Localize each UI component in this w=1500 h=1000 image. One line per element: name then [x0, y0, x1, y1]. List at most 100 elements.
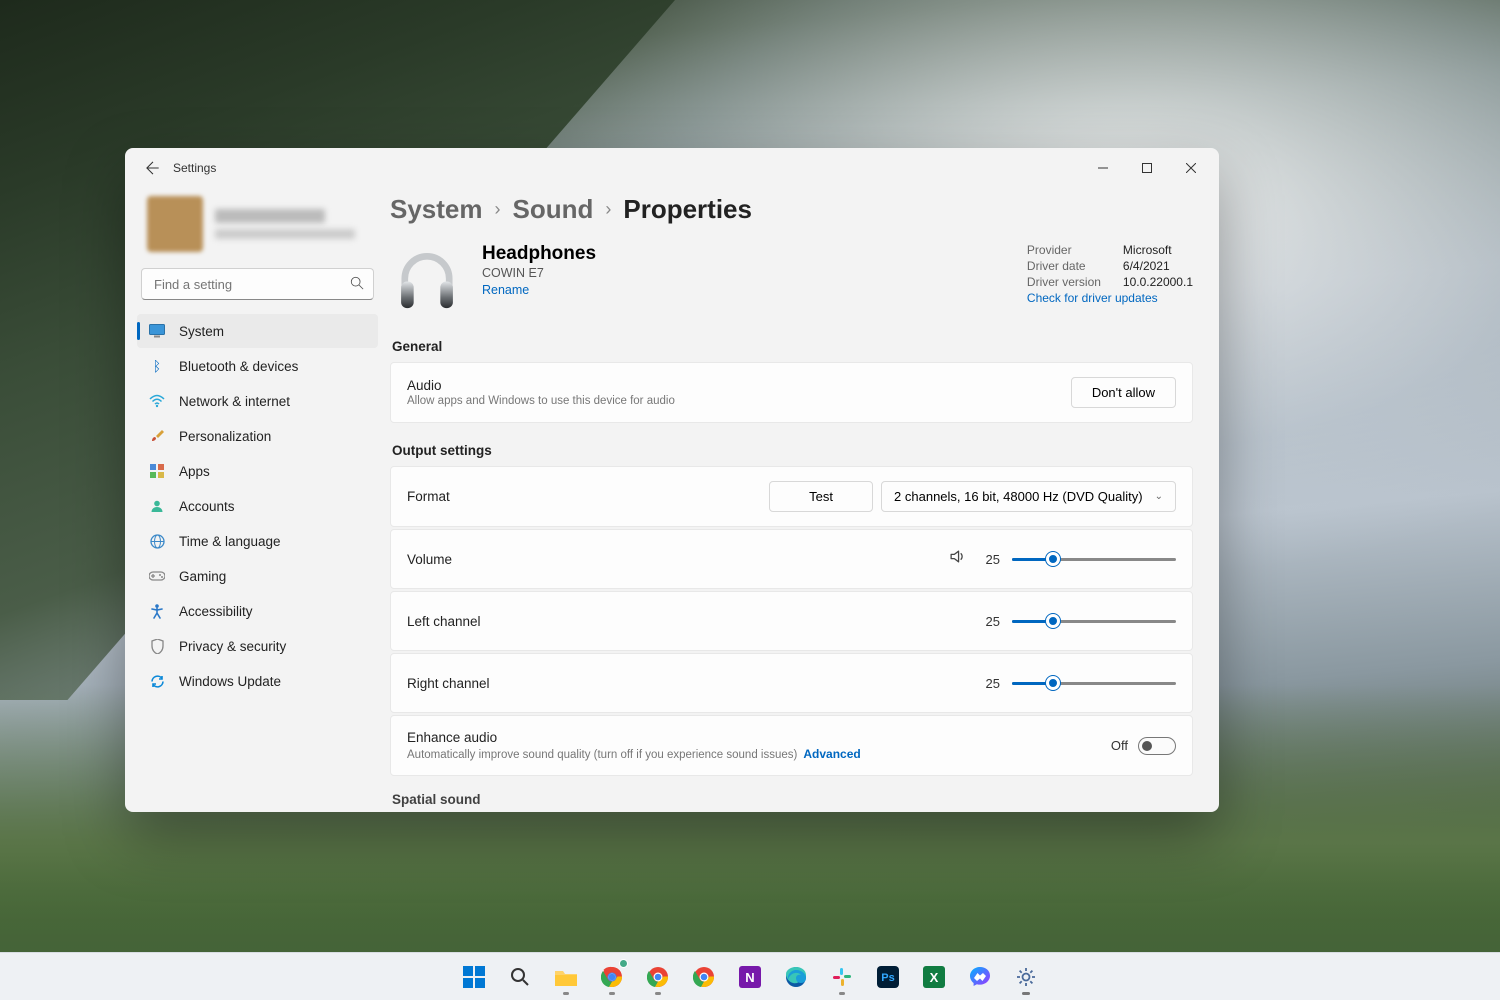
taskbar-photoshop[interactable]: Ps — [868, 957, 908, 997]
driver-info: ProviderMicrosoft Driver date6/4/2021 Dr… — [1027, 243, 1193, 317]
svg-text:Ps: Ps — [881, 972, 894, 984]
sidebar-item-gaming[interactable]: Gaming — [137, 559, 378, 593]
slack-icon — [832, 967, 852, 987]
rename-link[interactable]: Rename — [482, 283, 596, 297]
sidebar-item-privacy[interactable]: Privacy & security — [137, 629, 378, 663]
audio-desc: Allow apps and Windows to use this devic… — [407, 395, 675, 407]
left-slider[interactable] — [1012, 612, 1176, 630]
sidebar-item-label: System — [179, 324, 224, 339]
maximize-button[interactable] — [1125, 153, 1169, 183]
back-button[interactable] — [139, 154, 167, 182]
breadcrumb: System › Sound › Properties — [390, 194, 1193, 225]
breadcrumb-system[interactable]: System — [390, 194, 483, 225]
sidebar-item-accounts[interactable]: Accounts — [137, 489, 378, 523]
taskbar-chrome-3[interactable] — [684, 957, 724, 997]
test-button[interactable]: Test — [769, 481, 873, 512]
chevron-right-icon: › — [605, 199, 611, 220]
sidebar-item-bluetooth[interactable]: ᛒBluetooth & devices — [137, 349, 378, 383]
volume-slider[interactable] — [1012, 550, 1176, 568]
bluetooth-icon: ᛒ — [149, 358, 165, 374]
driver-provider-label: Provider — [1027, 243, 1105, 257]
sidebar-item-system[interactable]: System — [137, 314, 378, 348]
start-button[interactable] — [454, 957, 494, 997]
driver-date: 6/4/2021 — [1123, 259, 1170, 273]
sidebar-item-accessibility[interactable]: Accessibility — [137, 594, 378, 628]
dont-allow-button[interactable]: Don't allow — [1071, 377, 1176, 408]
svg-text:X: X — [930, 970, 939, 985]
taskbar-search[interactable] — [500, 957, 540, 997]
chrome-icon — [693, 966, 715, 988]
taskbar-explorer[interactable] — [546, 957, 586, 997]
sidebar-item-update[interactable]: Windows Update — [137, 664, 378, 698]
taskbar-slack[interactable] — [822, 957, 862, 997]
check-driver-updates-link[interactable]: Check for driver updates — [1027, 291, 1193, 305]
avatar — [147, 196, 203, 252]
format-dropdown[interactable]: 2 channels, 16 bit, 48000 Hz (DVD Qualit… — [881, 481, 1176, 512]
breadcrumb-sound[interactable]: Sound — [513, 194, 594, 225]
search-input[interactable] — [141, 268, 374, 300]
sidebar-item-network[interactable]: Network & internet — [137, 384, 378, 418]
spatial-heading: Spatial sound — [392, 792, 1193, 807]
gaming-icon — [149, 568, 165, 584]
search-icon — [510, 967, 530, 987]
profile-block[interactable] — [137, 188, 378, 268]
left-label: Left channel — [407, 614, 481, 629]
speaker-icon[interactable] — [949, 548, 966, 570]
device-name: Headphones — [482, 243, 596, 265]
left-channel-card: Left channel 25 — [390, 591, 1193, 651]
device-info: Headphones COWIN E7 Rename — [482, 243, 596, 317]
taskbar-chrome-2[interactable] — [638, 957, 678, 997]
taskbar-edge[interactable] — [776, 957, 816, 997]
window-title: Settings — [173, 161, 216, 175]
arrow-left-icon — [146, 161, 160, 175]
edge-icon — [785, 966, 807, 988]
toggle-state: Off — [1111, 738, 1128, 753]
search-box[interactable] — [141, 268, 374, 300]
close-button[interactable] — [1169, 153, 1213, 183]
sidebar-item-time[interactable]: Time & language — [137, 524, 378, 558]
messenger-icon — [969, 966, 991, 988]
right-slider[interactable] — [1012, 674, 1176, 692]
display-icon — [149, 323, 165, 339]
taskbar-chrome-1[interactable] — [592, 957, 632, 997]
chrome-icon — [647, 966, 669, 988]
person-icon — [149, 498, 165, 514]
right-value: 25 — [980, 676, 1000, 691]
close-icon — [1186, 163, 1196, 173]
sidebar-item-label: Accounts — [179, 499, 235, 514]
sidebar-item-label: Privacy & security — [179, 639, 286, 654]
advanced-link[interactable]: Advanced — [803, 747, 860, 761]
format-label: Format — [407, 489, 450, 504]
gear-icon — [1015, 966, 1037, 988]
sidebar-item-apps[interactable]: Apps — [137, 454, 378, 488]
taskbar[interactable]: N Ps X — [0, 952, 1500, 1000]
brush-icon — [149, 428, 165, 444]
enhance-card[interactable]: Enhance audio Automatically improve soun… — [390, 715, 1193, 776]
sidebar-item-label: Time & language — [179, 534, 281, 549]
general-heading: General — [392, 339, 1193, 354]
taskbar-settings[interactable] — [1006, 957, 1046, 997]
sidebar-item-personalization[interactable]: Personalization — [137, 419, 378, 453]
enhance-desc: Automatically improve sound quality (tur… — [407, 747, 861, 761]
switch[interactable] — [1138, 737, 1176, 755]
folder-icon — [554, 967, 578, 987]
sidebar-item-label: Windows Update — [179, 674, 281, 689]
sidebar-item-label: Accessibility — [179, 604, 253, 619]
taskbar-onenote[interactable]: N — [730, 957, 770, 997]
taskbar-messenger[interactable] — [960, 957, 1000, 997]
svg-text:N: N — [745, 970, 754, 985]
format-value: 2 channels, 16 bit, 48000 Hz (DVD Qualit… — [894, 489, 1143, 504]
device-model: COWIN E7 — [482, 266, 596, 280]
maximize-icon — [1142, 163, 1152, 173]
headphones-icon — [390, 243, 464, 317]
globe-icon — [149, 533, 165, 549]
enhance-toggle[interactable]: Off — [1111, 737, 1176, 755]
titlebar: Settings — [125, 148, 1219, 188]
device-header: Headphones COWIN E7 Rename ProviderMicro… — [390, 243, 1193, 317]
taskbar-excel[interactable]: X — [914, 957, 954, 997]
driver-date-label: Driver date — [1027, 259, 1105, 273]
accessibility-icon — [149, 603, 165, 619]
minimize-button[interactable] — [1081, 153, 1125, 183]
audio-card: Audio Allow apps and Windows to use this… — [390, 362, 1193, 423]
wallpaper-grass — [0, 856, 1500, 952]
